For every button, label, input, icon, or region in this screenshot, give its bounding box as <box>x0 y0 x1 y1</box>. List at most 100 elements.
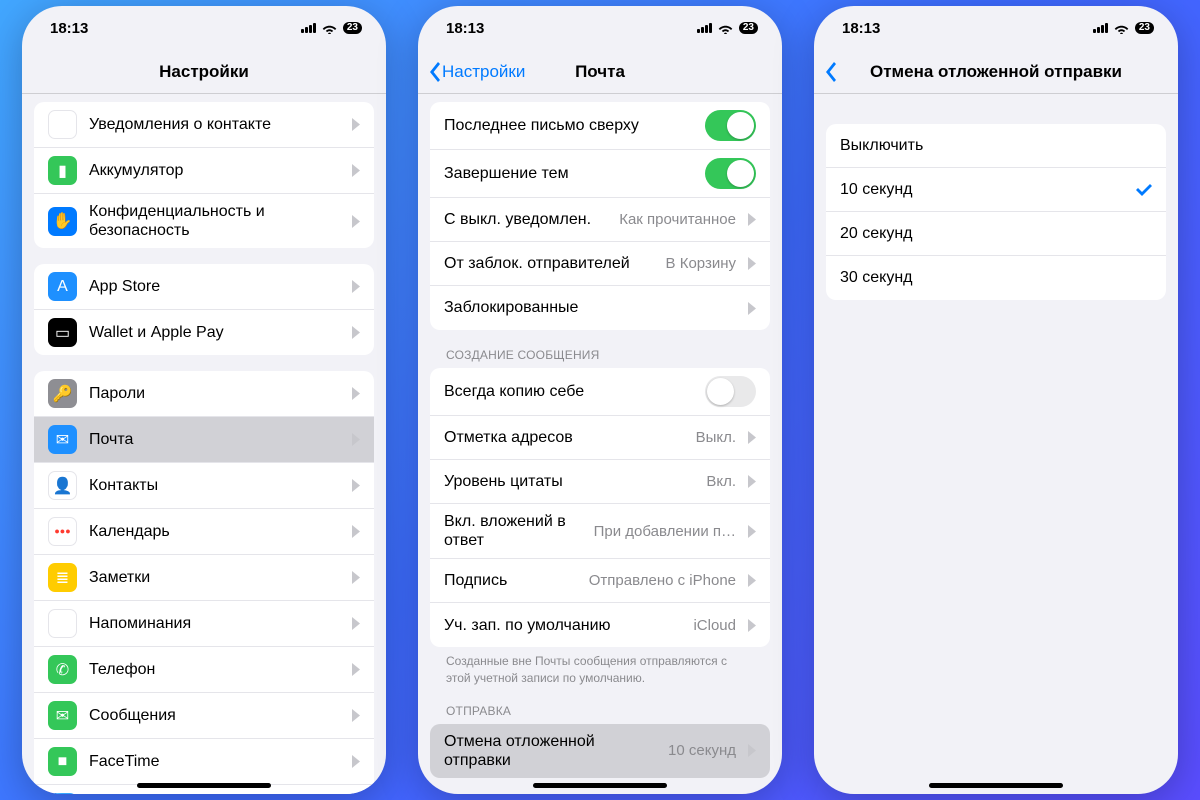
settings-row[interactable]: ✆Телефон <box>34 647 374 693</box>
undo-send-content[interactable]: Выключить 10 секунд 20 секунд 30 секунд <box>814 94 1178 794</box>
row-bcc-self[interactable]: Всегда копию себе <box>430 368 770 416</box>
row-label: Конфиденциальность и безопасность <box>89 202 340 240</box>
status-bar: 18:13 23 <box>418 6 782 50</box>
group-delay-options: Выключить 10 секунд 20 секунд 30 секунд <box>826 124 1166 300</box>
group-store: AApp Store▭Wallet и Apple Pay <box>34 264 374 355</box>
home-indicator[interactable] <box>929 783 1063 788</box>
mail-content[interactable]: Последнее письмо сверху Завершение тем С… <box>418 94 782 794</box>
row-default-account[interactable]: Уч. зап. по умолчанию iCloud <box>430 603 770 647</box>
row-signature[interactable]: Подпись Отправлено с iPhone <box>430 559 770 603</box>
nav-bar: Настройки <box>22 50 386 94</box>
settings-row[interactable]: AApp Store <box>34 264 374 310</box>
row-include-attachments[interactable]: Вкл. вложений в ответ При добавлении п… <box>430 504 770 559</box>
home-indicator[interactable] <box>533 783 667 788</box>
option-label: Выключить <box>840 136 1152 155</box>
nav-bar: Отмена отложенной отправки <box>814 50 1178 94</box>
settings-row[interactable]: ✉Сообщения <box>34 693 374 739</box>
chevron-right-icon <box>748 431 756 444</box>
option-label: 20 секунд <box>840 224 1152 243</box>
settings-content[interactable]: ✳︎Уведомления о контакте▮Аккумулятор✋Кон… <box>22 94 386 794</box>
wifi-icon <box>322 23 337 34</box>
row-label: Аккумулятор <box>89 161 340 180</box>
battery-icon: 23 <box>739 22 758 34</box>
chevron-right-icon <box>352 755 360 768</box>
row-undo-send[interactable]: Отмена отложенной отправки 10 секунд <box>430 724 770 778</box>
option-row[interactable]: 10 секунд <box>826 168 1166 212</box>
cellular-icon <box>697 23 712 33</box>
home-indicator[interactable] <box>137 783 271 788</box>
row-quote-level[interactable]: Уровень цитаты Вкл. <box>430 460 770 504</box>
status-bar: 18:13 23 <box>22 6 386 50</box>
header-compose: СОЗДАНИЕ СООБЩЕНИЯ <box>418 330 782 368</box>
row-label: App Store <box>89 277 340 296</box>
three-phone-stage: 18:13 23 Настройки ✳︎Уведомления о конта… <box>0 0 1200 800</box>
chevron-right-icon <box>748 213 756 226</box>
row-label: FaceTime <box>89 752 340 771</box>
row-label: Контакты <box>89 476 340 495</box>
row-label: Почта <box>89 430 340 449</box>
settings-row[interactable]: ✉Почта <box>34 417 374 463</box>
option-label: 10 секунд <box>840 180 1124 199</box>
app-icon: ✆ <box>48 655 77 684</box>
app-icon: 👤 <box>48 471 77 500</box>
chevron-right-icon <box>748 302 756 315</box>
chevron-right-icon <box>352 326 360 339</box>
row-latest-on-top[interactable]: Последнее письмо сверху <box>430 102 770 150</box>
chevron-right-icon <box>352 164 360 177</box>
chevron-right-icon <box>352 525 360 538</box>
status-time: 18:13 <box>446 20 484 37</box>
nav-bar: Настройки Почта <box>418 50 782 94</box>
chevron-right-icon <box>748 619 756 632</box>
row-complete-threads[interactable]: Завершение тем <box>430 150 770 198</box>
phone-settings: 18:13 23 Настройки ✳︎Уведомления о конта… <box>22 6 386 794</box>
settings-row[interactable]: ▭Wallet и Apple Pay <box>34 310 374 355</box>
phone-mail: 18:13 23 Настройки Почта Последнее письм… <box>418 6 782 794</box>
chevron-right-icon <box>352 479 360 492</box>
settings-row[interactable]: ≣Заметки <box>34 555 374 601</box>
settings-row[interactable]: •Напоминания <box>34 601 374 647</box>
row-blocked-list[interactable]: Заблокированные <box>430 286 770 330</box>
row-label: Календарь <box>89 522 340 541</box>
settings-row[interactable]: 🔑Пароли <box>34 371 374 417</box>
row-muted-action[interactable]: С выкл. уведомлен. Как прочитанное <box>430 198 770 242</box>
wifi-icon <box>1114 23 1129 34</box>
group-general: ✳︎Уведомления о контакте▮Аккумулятор✋Кон… <box>34 102 374 248</box>
back-button[interactable]: Настройки <box>424 50 525 93</box>
chevron-right-icon <box>352 215 360 228</box>
app-icon: 🔑 <box>48 379 77 408</box>
row-blocked-action[interactable]: От заблок. отправителей В Корзину <box>430 242 770 286</box>
row-mark-addresses[interactable]: Отметка адресов Выкл. <box>430 416 770 460</box>
chevron-right-icon <box>352 280 360 293</box>
group-apps: 🔑Пароли✉Почта 👤 Контакты ●●● Календарь ≣Замет… <box>34 371 374 794</box>
back-button[interactable] <box>820 50 836 93</box>
group-compose: Всегда копию себе Отметка адресов Выкл. … <box>430 368 770 647</box>
toggle-latest-on-top[interactable] <box>705 110 756 141</box>
wifi-icon <box>718 23 733 34</box>
settings-row[interactable]: ✳︎Уведомления о контакте <box>34 102 374 148</box>
option-row[interactable]: 20 секунд <box>826 212 1166 256</box>
chevron-right-icon <box>352 118 360 131</box>
check-icon <box>1136 184 1152 196</box>
settings-row[interactable]: ■ FaceTime <box>34 739 374 785</box>
toggle-bcc-self[interactable] <box>705 376 756 407</box>
toggle-complete-threads[interactable] <box>705 158 756 189</box>
footer-compose: Созданные вне Почты сообщения отправляют… <box>418 647 782 685</box>
app-icon: ●●● <box>48 517 77 546</box>
option-row[interactable]: Выключить <box>826 124 1166 168</box>
page-title: Отмена отложенной отправки <box>814 62 1178 82</box>
option-row[interactable]: 30 секунд <box>826 256 1166 300</box>
chevron-right-icon <box>748 744 756 757</box>
chevron-right-icon <box>352 571 360 584</box>
settings-row[interactable]: ▮Аккумулятор <box>34 148 374 194</box>
chevron-right-icon <box>352 433 360 446</box>
settings-row[interactable]: 👤 Контакты <box>34 463 374 509</box>
app-icon: ■ <box>48 747 77 776</box>
settings-row[interactable]: ✋Конфиденциальность и безопасность <box>34 194 374 248</box>
phone-undo-send: 18:13 23 Отмена отложенной отправки Выкл… <box>814 6 1178 794</box>
option-label: 30 секунд <box>840 268 1152 287</box>
header-sending: ОТПРАВКА <box>418 686 782 724</box>
settings-row[interactable]: ●●● Календарь <box>34 509 374 555</box>
chevron-right-icon <box>352 387 360 400</box>
status-time: 18:13 <box>50 20 88 37</box>
chevron-right-icon <box>748 574 756 587</box>
